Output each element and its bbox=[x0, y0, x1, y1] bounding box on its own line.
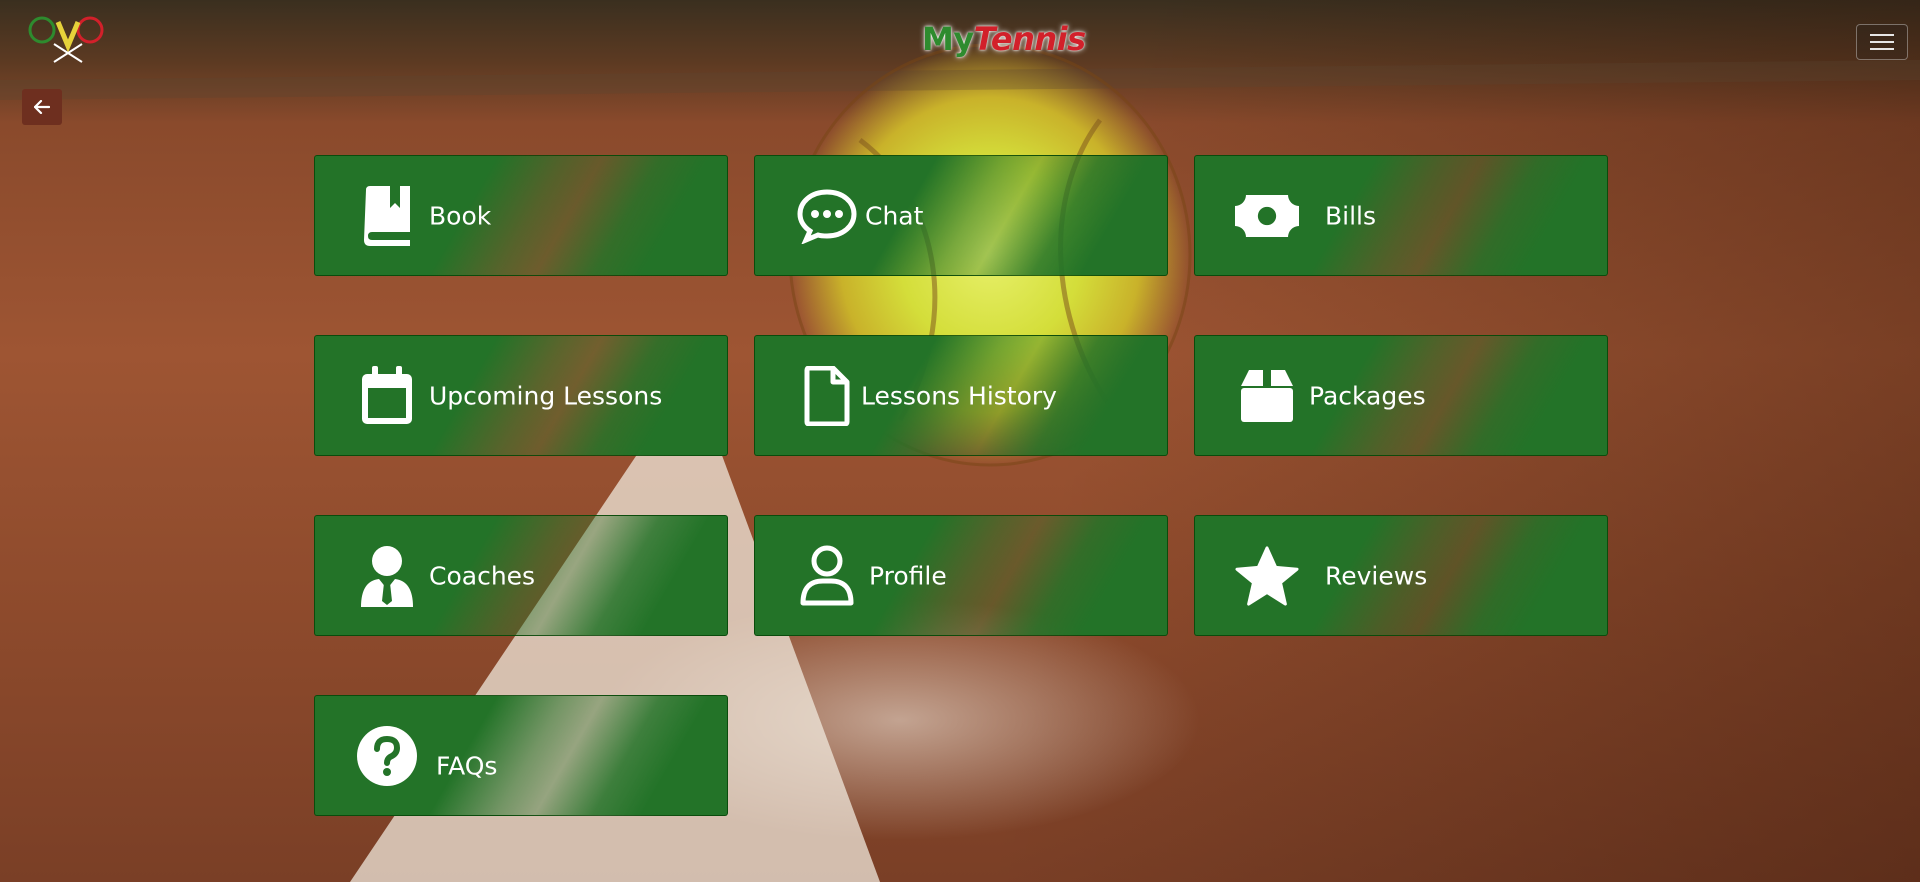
tile-book[interactable]: Book bbox=[314, 155, 728, 276]
tile-label: FAQs bbox=[436, 751, 498, 781]
tile-upcoming-lessons[interactable]: Upcoming Lessons bbox=[314, 335, 728, 456]
tile-reviews[interactable]: Reviews bbox=[1194, 515, 1608, 636]
menu-toggle-button[interactable] bbox=[1856, 24, 1908, 60]
tile-label: Packages bbox=[1309, 381, 1426, 410]
tile-label: Reviews bbox=[1325, 561, 1428, 590]
tile-bills[interactable]: Bills bbox=[1194, 155, 1608, 276]
page: MyTennis Book Chat Bills Upcoming Lesson… bbox=[0, 0, 1920, 882]
tile-lessons-history[interactable]: Lessons History bbox=[754, 335, 1168, 456]
tile-label: Book bbox=[429, 201, 492, 230]
hamburger-icon bbox=[1870, 34, 1894, 36]
tile-label: Coaches bbox=[429, 561, 536, 590]
tile-chat[interactable]: Chat bbox=[754, 155, 1168, 276]
tile-profile[interactable]: Profile bbox=[754, 515, 1168, 636]
brand-tennis: Tennis bbox=[973, 20, 1086, 58]
back-button[interactable] bbox=[22, 89, 62, 125]
tile-label: Chat bbox=[865, 201, 924, 230]
star-icon bbox=[1235, 544, 1299, 608]
brand-title[interactable]: MyTennis bbox=[922, 20, 1086, 58]
question-circle-icon bbox=[355, 724, 419, 788]
tile-label: Lessons History bbox=[861, 381, 1057, 410]
book-icon bbox=[355, 184, 419, 248]
brand-my: My bbox=[922, 20, 974, 58]
box-icon bbox=[1235, 364, 1299, 428]
user-tie-icon bbox=[355, 544, 419, 608]
chat-icon bbox=[795, 184, 859, 248]
user-icon bbox=[795, 544, 859, 608]
tile-packages[interactable]: Packages bbox=[1194, 335, 1608, 456]
tile-faqs[interactable]: FAQs bbox=[314, 695, 728, 816]
arrow-left-icon bbox=[34, 100, 50, 114]
money-bill-icon bbox=[1235, 184, 1299, 248]
app-logo[interactable] bbox=[28, 16, 108, 64]
file-icon bbox=[795, 364, 859, 428]
tile-label: Profile bbox=[869, 561, 947, 590]
tile-label: Bills bbox=[1325, 201, 1377, 230]
tile-label: Upcoming Lessons bbox=[429, 381, 663, 410]
tile-coaches[interactable]: Coaches bbox=[314, 515, 728, 636]
calendar-icon bbox=[355, 364, 419, 428]
